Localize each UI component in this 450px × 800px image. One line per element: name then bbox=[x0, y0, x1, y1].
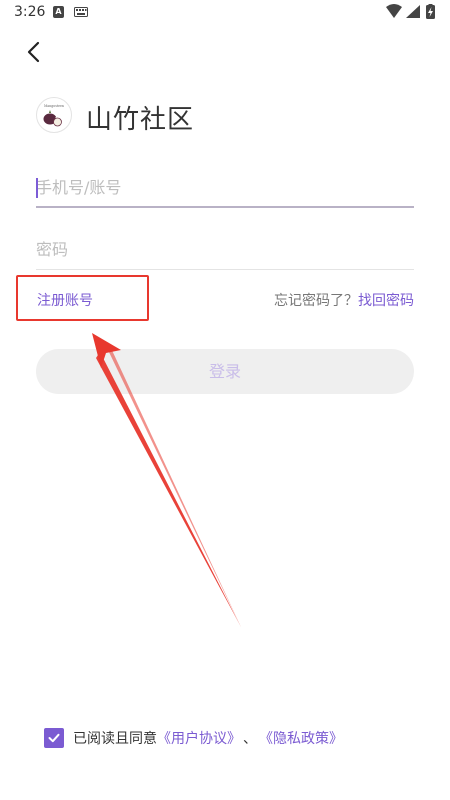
status-right-icons bbox=[386, 4, 435, 19]
keyboard-icon bbox=[74, 7, 88, 17]
annotation-highlight-box bbox=[16, 275, 149, 321]
status-bar: 3:26 A bbox=[0, 0, 450, 26]
forgot-password-row: 忘记密码了？找回密码 bbox=[274, 290, 414, 310]
phone-account-input[interactable] bbox=[36, 168, 414, 206]
password-input[interactable] bbox=[36, 230, 414, 269]
agreement-row: 已阅读且同意 《用户协议》 、 《隐私政策》 bbox=[44, 726, 343, 750]
svg-text:Mangosteen: Mangosteen bbox=[44, 104, 64, 108]
text-caret bbox=[36, 178, 38, 198]
agreement-separator: 、 bbox=[243, 731, 257, 747]
app-title: 山竹社区 bbox=[86, 105, 195, 135]
forgot-password-text: 忘记密码了？ bbox=[274, 293, 358, 309]
retrieve-password-link[interactable]: 找回密码 bbox=[358, 293, 414, 309]
privacy-policy-link[interactable]: 《隐私政策》 bbox=[259, 728, 343, 748]
user-agreement-link[interactable]: 《用户协议》 bbox=[157, 728, 241, 748]
agreement-checkbox[interactable] bbox=[44, 728, 64, 748]
mangosteen-logo-icon: Mangosteen bbox=[36, 97, 72, 133]
status-time: 3:26 bbox=[14, 4, 46, 20]
wifi-icon bbox=[386, 4, 402, 18]
signal-icon bbox=[406, 5, 420, 18]
phone-account-field[interactable] bbox=[36, 168, 414, 208]
notification-a-icon: A bbox=[53, 6, 64, 18]
password-field[interactable] bbox=[36, 230, 414, 270]
agreement-prefix: 已阅读且同意 bbox=[73, 731, 157, 747]
back-button[interactable] bbox=[20, 38, 48, 66]
checkmark-icon bbox=[48, 733, 60, 743]
battery-charging-icon bbox=[426, 4, 435, 19]
chevron-left-icon bbox=[27, 41, 40, 63]
login-button[interactable]: 登录 bbox=[36, 349, 414, 394]
